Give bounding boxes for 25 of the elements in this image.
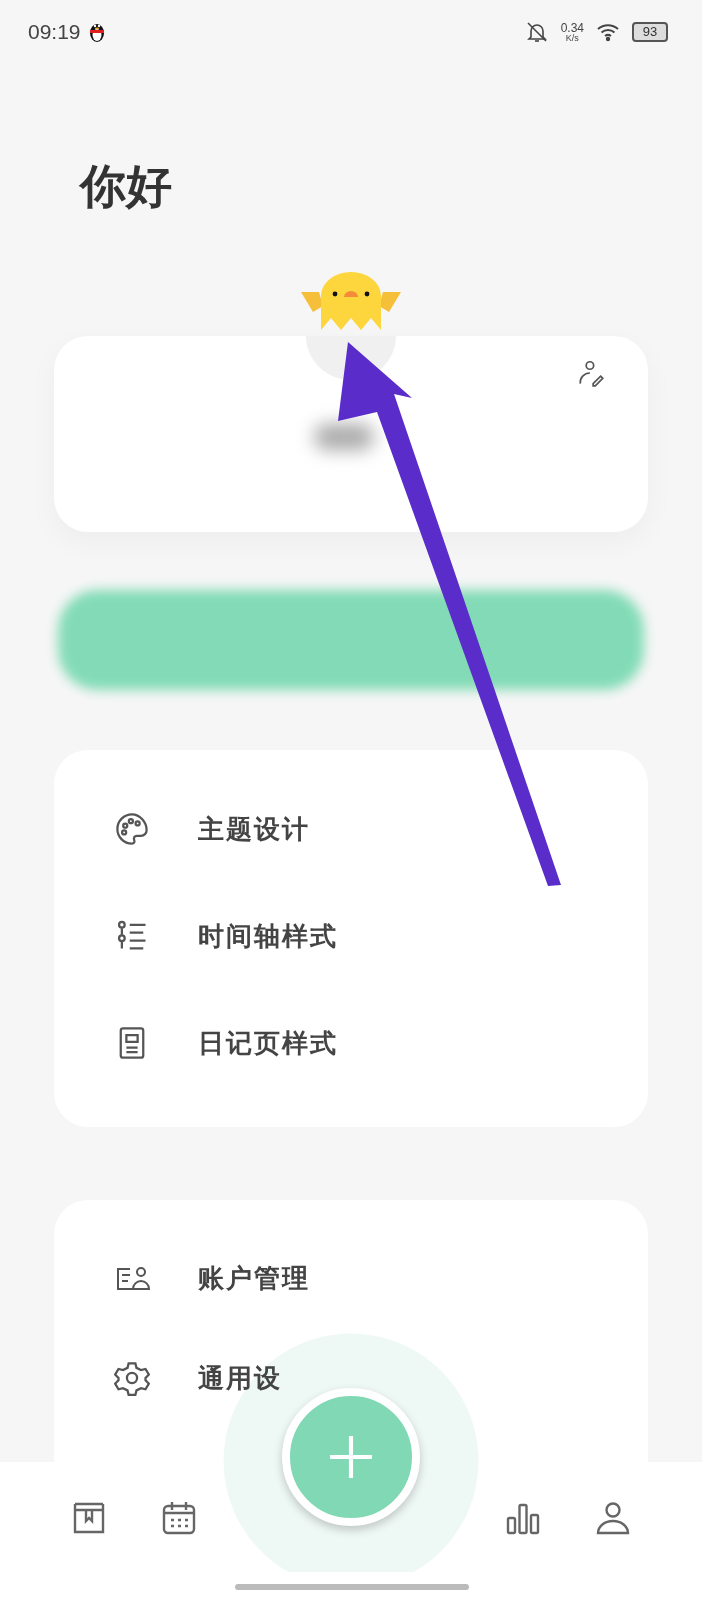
menu-label: 主题设计 [198,812,310,846]
network-speed-unit: K/s [565,33,579,43]
palette-icon [114,811,150,847]
settings-icon [114,1360,150,1396]
profile-icon[interactable] [595,1500,631,1536]
network-speed: 0.34 [560,21,584,34]
book-icon[interactable] [71,1500,107,1536]
menu-item[interactable]: 账户管理 [114,1258,310,1298]
menu-item[interactable]: 通用设 [114,1358,282,1398]
menu-label: 通用设 [198,1361,282,1395]
calendar-icon[interactable] [161,1500,197,1536]
status-time: 09:19 [28,20,81,44]
menu-item[interactable]: 时间轴样式 [114,916,338,956]
battery-level: 93 [632,22,668,42]
menu-item[interactable]: 主题设计 [114,809,310,849]
menu-label: 日记页样式 [198,1026,338,1060]
muted-bell-icon [524,20,549,44]
blurred-button[interactable] [58,590,644,690]
plus-icon [328,1434,374,1480]
menu-label: 账户管理 [198,1261,310,1295]
menu-label: 时间轴样式 [198,919,338,953]
blurred-name [314,424,374,450]
edit-profile-icon[interactable] [576,358,606,388]
greeting-title: 你好 [78,158,173,215]
menu-item[interactable]: 日记页样式 [114,1023,338,1063]
